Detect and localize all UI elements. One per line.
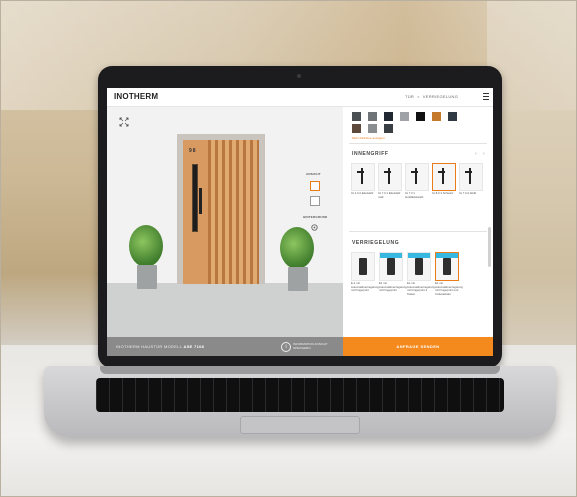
color-swatch[interactable]: [368, 124, 377, 133]
door-model: 98: [183, 140, 259, 284]
handle-option-label: Ini 7.0 A Weiß: [459, 191, 477, 195]
door-glass-strip: [192, 164, 198, 232]
handle-grip-icon: [411, 171, 418, 173]
panel-scrollbar[interactable]: [488, 227, 491, 267]
smart-lock-icon: [443, 258, 451, 275]
send-inquiry-button[interactable]: ANFRAGE SENDEN: [343, 337, 493, 356]
more-colors-link[interactable]: Mehr Farbtöne anzeigen: [352, 136, 385, 140]
lock-option[interactable]: [351, 252, 375, 281]
color-swatch[interactable]: [400, 112, 409, 121]
handle-grip-icon: [438, 171, 445, 173]
door-handle: [199, 188, 202, 214]
handles-section-title: INNENGRIFF: [352, 151, 389, 157]
site-header: INOTHERM TÜR > VERRIEGELUNG: [107, 88, 493, 107]
lock-option[interactable]: [435, 252, 459, 281]
lock-option[interactable]: [407, 252, 431, 281]
ground-strip: [107, 283, 343, 337]
lock-option-label: E1 mit Automatikverriegelung mit Fingerp…: [435, 281, 463, 296]
laptop-screen: INOTHERM TÜR > VERRIEGELUNG 98 ANSICHT H…: [107, 88, 493, 356]
breadcrumb: TÜR > VERRIEGELUNG: [405, 94, 461, 99]
house-number: 98: [189, 148, 197, 154]
handle-option[interactable]: [378, 163, 402, 191]
smart-lock-icon: [359, 258, 367, 275]
handle-option-label: Ini 7.0 1 Gold/Edelstahl: [405, 191, 424, 199]
color-swatch[interactable]: [432, 112, 441, 121]
background-label: HINTERGRUND: [303, 215, 328, 219]
color-swatch[interactable]: [448, 112, 457, 121]
handle-option[interactable]: [405, 163, 429, 191]
color-swatch[interactable]: [352, 112, 361, 121]
save-view-link[interactable]: INFORMATION ANSICHT SPEICHERN: [293, 342, 333, 350]
chevron-right-icon[interactable]: ›: [483, 151, 485, 157]
laptop-trackpad: [240, 416, 360, 434]
model-name: ASE 7108: [183, 344, 205, 349]
info-icon[interactable]: i: [281, 342, 291, 352]
handle-option[interactable]: [432, 163, 456, 191]
color-swatch[interactable]: [352, 124, 361, 133]
handle-option-label: Ini 1.0 A Edelstahl: [351, 191, 374, 195]
handle-option[interactable]: [351, 163, 375, 191]
door-slats: [208, 140, 259, 284]
color-swatch[interactable]: [416, 112, 425, 121]
handle-option-label: Ini 8.0 4 Schwarz: [432, 191, 454, 195]
lock-option-label: E-1 mit Automatikverriegelung mit Finger…: [351, 281, 379, 293]
laptop-keyboard: [96, 378, 504, 412]
fullscreen-icon[interactable]: [119, 117, 129, 127]
model-prefix: INOTHERM HAUSTÜR MODELL: [116, 344, 183, 349]
background-gear-icon[interactable]: [310, 223, 319, 232]
lock-option-label: E1 mit Automatikverriegelung mit Fingerp…: [379, 281, 407, 293]
handle-option-label: Ini 7.0 1 Edelstahl matt: [378, 191, 401, 199]
lock-option-label: E1 mit Automatikverriegelung mit Fingerp…: [407, 281, 435, 296]
brand-logo[interactable]: INOTHERM: [114, 92, 158, 101]
breadcrumb-item-verriegelung[interactable]: VERRIEGELUNG: [423, 94, 458, 99]
handle-grip-icon: [465, 171, 472, 173]
breadcrumb-item-tuer[interactable]: TÜR: [405, 94, 414, 99]
handle-grip-icon: [357, 171, 364, 173]
smart-lock-icon: [387, 258, 395, 275]
config-panel: Mehr Farbtöne anzeigen INNENGRIFF ‹ › In…: [343, 107, 493, 337]
model-bar: INOTHERM HAUSTÜR MODELL ASE 7108 i INFOR…: [107, 337, 343, 356]
hamburger-menu-icon[interactable]: [483, 93, 489, 100]
divider: [349, 143, 487, 144]
handle-grip-icon: [384, 171, 391, 173]
lock-section-title: VERRIEGELUNG: [352, 240, 400, 246]
lock-option[interactable]: [379, 252, 403, 281]
view-front-button[interactable]: [310, 181, 320, 191]
color-swatch[interactable]: [384, 124, 393, 133]
breadcrumb-separator: >: [417, 94, 420, 99]
laptop-lid: INOTHERM TÜR > VERRIEGELUNG 98 ANSICHT H…: [98, 66, 502, 368]
color-swatch[interactable]: [368, 112, 377, 121]
handle-option[interactable]: [459, 163, 483, 191]
view-label: ANSICHT: [306, 172, 321, 176]
view-back-button[interactable]: [310, 196, 320, 206]
webcam-icon: [297, 74, 301, 78]
color-swatch[interactable]: [384, 112, 393, 121]
model-info: INOTHERM HAUSTÜR MODELL ASE 7108: [116, 344, 204, 349]
divider: [349, 231, 487, 232]
chevron-left-icon[interactable]: ‹: [475, 151, 477, 157]
laptop-hinge: [100, 366, 500, 374]
door-preview: 98 ANSICHT HINTERGRUND: [107, 107, 343, 337]
laptop-base: [44, 366, 556, 438]
smart-lock-icon: [415, 258, 423, 275]
